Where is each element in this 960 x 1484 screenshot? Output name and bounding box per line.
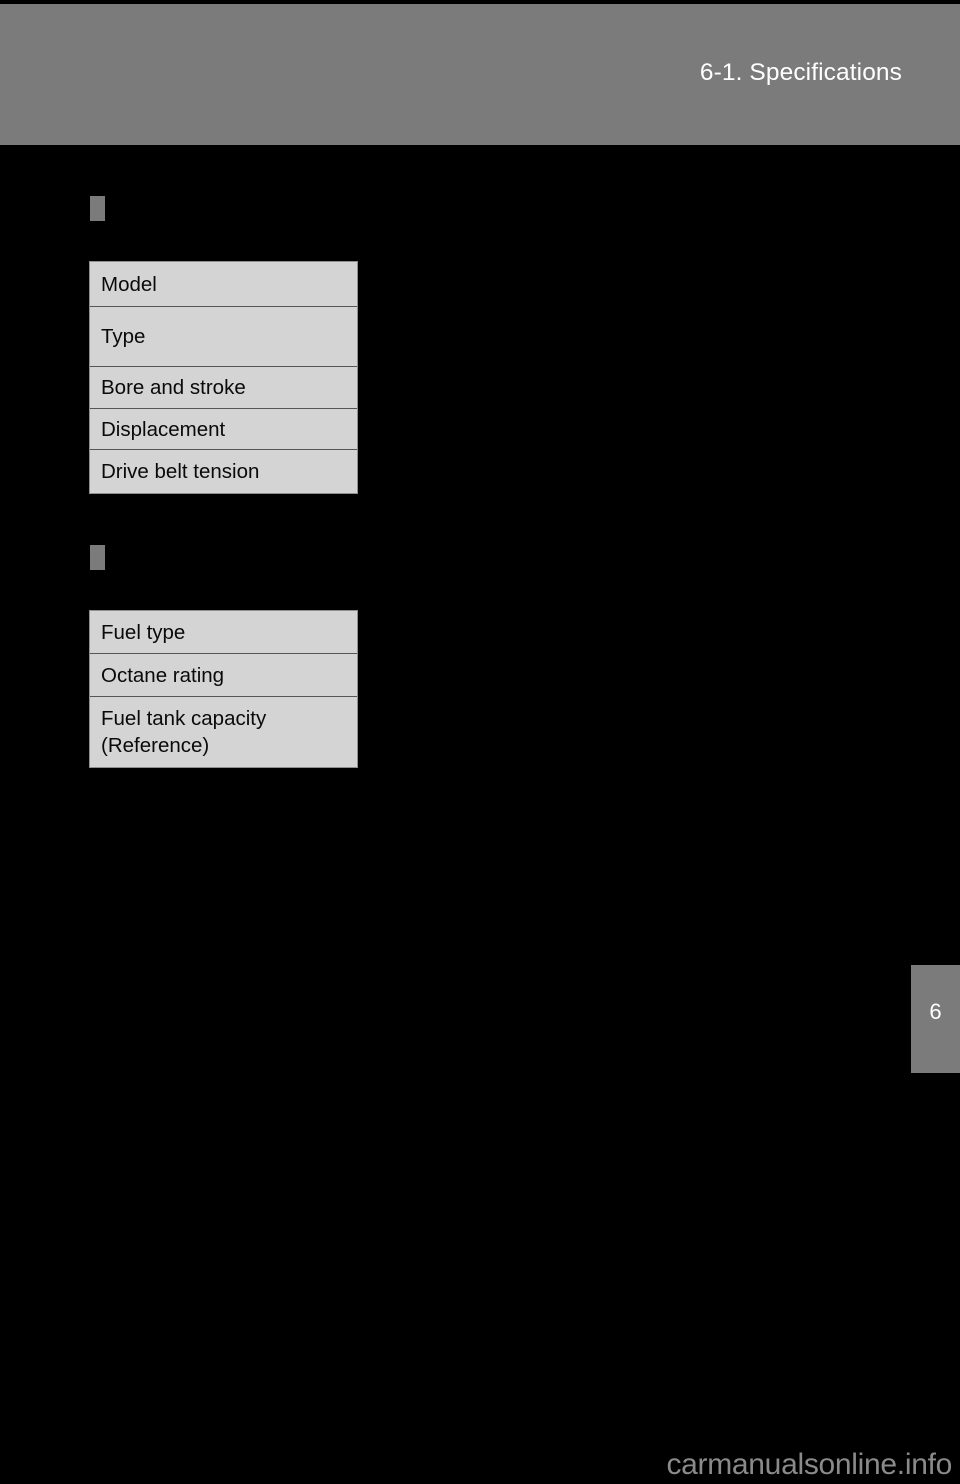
engine-section-marker <box>90 196 105 221</box>
page-root: 6-1. Specifications Model Type Bore and … <box>0 0 960 1484</box>
chapter-tab: 6 <box>911 965 960 1073</box>
spec-label: Drive belt tension <box>101 460 260 483</box>
page-header-band: 6-1. Specifications <box>0 4 960 145</box>
engine-spec-table: Model Type Bore and stroke Displacement … <box>89 261 358 494</box>
table-row: Bore and stroke <box>90 367 357 409</box>
table-row: Displacement <box>90 409 357 450</box>
table-row: Drive belt tension <box>90 450 357 493</box>
site-watermark: carmanualsonline.info <box>666 1448 952 1481</box>
table-row: Octane rating <box>90 654 357 697</box>
table-row: Fuel tank capacity (Reference) <box>90 697 357 767</box>
spec-label: Displacement <box>101 417 226 441</box>
fuel-section-marker <box>90 545 105 570</box>
chapter-tab-number: 6 <box>929 999 942 1024</box>
spec-label: Fuel type <box>101 620 186 644</box>
table-row: Model <box>90 262 357 307</box>
spec-label: Fuel tank capacity (Reference) <box>101 707 267 757</box>
spec-label: Model <box>101 272 157 296</box>
table-row: Fuel type <box>90 611 357 654</box>
spec-label: Type <box>101 325 146 348</box>
spec-label: Bore and stroke <box>101 376 246 399</box>
spec-label: Octane rating <box>101 663 225 687</box>
table-row: Type <box>90 307 357 367</box>
fuel-spec-table: Fuel type Octane rating Fuel tank capaci… <box>89 610 358 768</box>
page-title: 6-1. Specifications <box>699 59 902 86</box>
